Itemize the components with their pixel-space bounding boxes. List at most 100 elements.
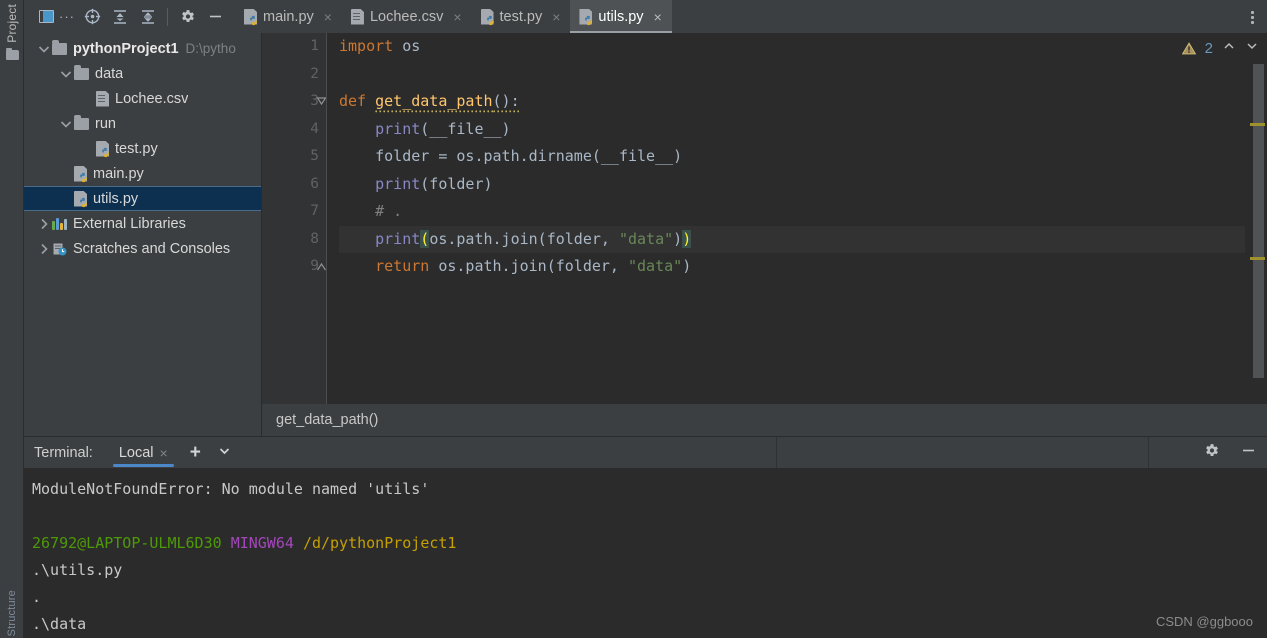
python-file-icon	[96, 140, 109, 157]
tree-item-label: External Libraries	[73, 215, 186, 232]
code-line[interactable]: print(folder)	[339, 171, 1245, 199]
project-window-icon[interactable]	[32, 4, 60, 30]
previous-problem-icon[interactable]	[1222, 39, 1236, 57]
top-toolbar: ··· main.py × Lochee.csv × test.py × uti…	[24, 0, 1267, 33]
header-divider	[1148, 436, 1149, 469]
editor-inspection-status: 2	[1181, 39, 1259, 57]
tree-item-scratches-and-consoles[interactable]: Scratches and Consoles	[24, 236, 261, 261]
hide-terminal-icon[interactable]	[1240, 442, 1257, 464]
folder-icon	[52, 39, 67, 55]
code-editor[interactable]: 123456789 import os def get_data_path():…	[262, 33, 1267, 404]
tree-item-data[interactable]: data	[24, 61, 261, 86]
tree-item-label: Lochee.csv	[115, 90, 189, 107]
collapse-all-icon[interactable]	[134, 4, 162, 30]
tree-item-run[interactable]: run	[24, 111, 261, 136]
code-line[interactable]: return os.path.join(folder, "data")	[339, 253, 1245, 281]
tree-item-label: run	[95, 115, 116, 132]
code-line[interactable]	[339, 61, 1245, 89]
line-number: 5	[310, 148, 319, 164]
folder-icon	[74, 114, 89, 130]
code-line[interactable]: print(os.path.join(folder, "data"))	[339, 225, 1245, 253]
project-path: D:\pytho	[185, 41, 236, 56]
tab-label: utils.py	[598, 8, 644, 25]
close-icon[interactable]: ×	[552, 9, 560, 25]
editor-tab-bar: main.py × Lochee.csv × test.py × utils.py ×	[235, 0, 673, 33]
window-options-icon[interactable]	[1243, 8, 1261, 26]
tab-label: main.py	[263, 8, 314, 25]
chevron-right-icon[interactable]	[36, 241, 52, 257]
editor-code-area[interactable]: import os def get_data_path(): print(__f…	[326, 33, 1245, 404]
editor-vertical-scrollbar[interactable]	[1245, 33, 1267, 404]
toolbar-divider	[167, 7, 168, 26]
warning-count: 2	[1204, 39, 1213, 57]
line-number: 7	[310, 203, 319, 219]
terminal-header: Terminal: Local × +	[24, 436, 1267, 469]
scrollbar-thumb[interactable]	[1253, 64, 1264, 378]
tree-item-label: data	[95, 65, 124, 82]
warning-marker[interactable]	[1250, 123, 1265, 126]
code-line[interactable]: folder = os.path.dirname(__file__)	[339, 143, 1245, 171]
new-terminal-button[interactable]: +	[190, 442, 201, 464]
line-number: 4	[310, 120, 319, 137]
line-number: 6	[310, 175, 319, 192]
close-icon[interactable]: ×	[453, 9, 461, 25]
editor-tab-test-py[interactable]: test.py ×	[472, 0, 571, 33]
tree-item-test-py[interactable]: test.py	[24, 136, 261, 161]
settings-gear-icon[interactable]	[1203, 442, 1220, 464]
terminal-tab-local[interactable]: Local ×	[111, 437, 176, 469]
editor-tab-Lochee-csv[interactable]: Lochee.csv ×	[342, 0, 472, 33]
chevron-right-icon[interactable]	[36, 216, 52, 232]
tree-item-utils-py[interactable]: utils.py	[24, 186, 261, 211]
hide-panel-icon[interactable]	[201, 4, 229, 30]
tree-item-external-libraries[interactable]: External Libraries	[24, 211, 261, 236]
more-options-icon[interactable]: ···	[59, 4, 78, 30]
tree-item-lochee-csv[interactable]: Lochee.csv	[24, 86, 261, 111]
chevron-down-icon[interactable]	[36, 41, 52, 57]
editor-gutter[interactable]: 123456789	[262, 33, 327, 404]
next-problem-icon[interactable]	[1245, 39, 1259, 57]
scratches-icon	[52, 242, 67, 256]
csv-file-icon	[96, 90, 109, 107]
chevron-down-icon[interactable]	[58, 116, 74, 132]
settings-gear-icon[interactable]	[173, 4, 201, 30]
terminal-output[interactable]: ModuleNotFoundError: No module named 'ut…	[24, 468, 1267, 638]
close-icon[interactable]: ×	[160, 445, 168, 461]
code-line[interactable]: print(__file__)	[339, 116, 1245, 144]
code-line[interactable]: import os	[339, 33, 1245, 61]
close-icon[interactable]: ×	[654, 9, 662, 25]
locate-file-icon[interactable]	[78, 4, 106, 30]
breadcrumb[interactable]: get_data_path()	[262, 404, 1267, 436]
terminal-line: .\data	[32, 615, 87, 633]
editor-tab-utils-py[interactable]: utils.py ×	[570, 0, 673, 33]
python-file-icon	[244, 8, 257, 25]
editor-tab-main-py[interactable]: main.py ×	[235, 0, 342, 33]
tool-tab-project[interactable]: Project	[0, 2, 24, 60]
tree-item-pythonproject1[interactable]: pythonProject1 D:\pytho	[24, 36, 261, 61]
chevron-down-icon[interactable]	[58, 66, 74, 82]
chevron-down-icon[interactable]	[217, 443, 232, 463]
code-line[interactable]: # .	[339, 198, 1245, 226]
warning-marker[interactable]	[1250, 257, 1265, 260]
close-icon[interactable]: ×	[324, 9, 332, 25]
tool-tab-structure[interactable]: Structure	[0, 588, 24, 638]
code-line[interactable]: def get_data_path():	[339, 88, 1245, 116]
tree-item-label: Scratches and Consoles	[73, 240, 231, 257]
line-number: 1	[310, 38, 319, 54]
terminal-title: Terminal:	[34, 444, 93, 461]
python-file-icon	[74, 190, 87, 207]
project-tree: pythonProject1 D:\pytho data Lochee.csv run…	[24, 33, 261, 261]
tool-tab-structure-label: Structure	[6, 589, 18, 636]
project-tree-panel[interactable]: pythonProject1 D:\pytho data Lochee.csv run…	[24, 33, 262, 436]
expand-all-icon[interactable]	[106, 4, 134, 30]
terminal-header-actions	[1203, 442, 1257, 464]
left-tool-strip: Project Structure	[0, 0, 24, 638]
tab-label: test.py	[499, 8, 543, 25]
python-file-icon	[480, 8, 494, 25]
csv-file-icon	[350, 8, 364, 25]
line-number: 8	[310, 230, 319, 247]
python-file-icon	[579, 8, 593, 25]
tree-item-main-py[interactable]: main.py	[24, 161, 261, 186]
